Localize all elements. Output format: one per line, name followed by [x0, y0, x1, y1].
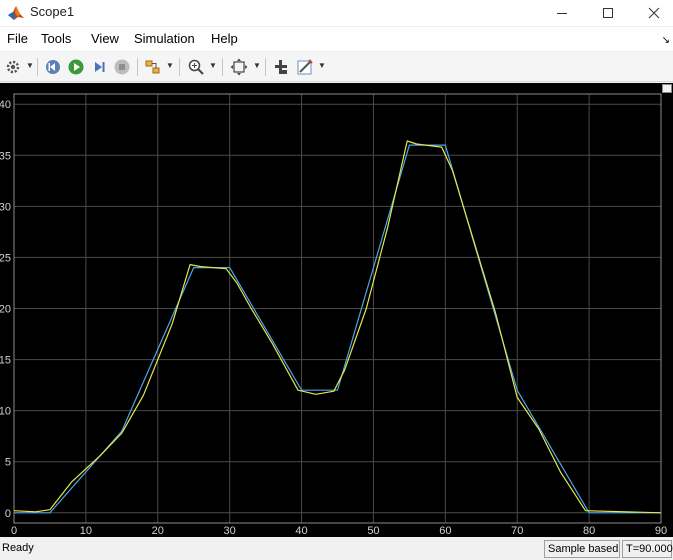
step-forward-icon — [95, 62, 105, 72]
x-tick-label: 20 — [152, 525, 164, 537]
close-button[interactable] — [631, 0, 673, 26]
zoom-icon — [188, 59, 204, 75]
y-tick-label: 20 — [0, 304, 11, 316]
x-tick-label: 70 — [511, 525, 523, 537]
x-tick-label: 90 — [655, 525, 667, 537]
x-tick-label: 50 — [367, 525, 379, 537]
status-bar: Ready Sample based T=90.000 — [0, 538, 673, 560]
series-line-1 — [14, 144, 661, 514]
menu-help[interactable]: Help — [211, 31, 238, 46]
y-tick-label: 40 — [0, 99, 11, 111]
toolbar-separator — [179, 58, 180, 76]
run-icon — [68, 59, 84, 75]
x-tick-label: 0 — [11, 525, 17, 537]
y-tick-label: 0 — [5, 508, 11, 520]
toolbar: ▼ ▼ ▼ ▼ ▼ — [0, 52, 673, 82]
x-tick-label: 30 — [224, 525, 236, 537]
undock-button[interactable] — [662, 84, 672, 93]
series-line-2 — [13, 140, 662, 514]
zoom-button[interactable] — [185, 56, 207, 78]
menu-view[interactable]: View — [91, 31, 119, 46]
x-tick-label: 40 — [295, 525, 307, 537]
menu-bar: File Tools View Simulation Help ↘ — [0, 27, 673, 51]
scope-display[interactable]: 0 10 20 30 40 50 60 70 80 90 0 5 10 15 20 25 30 35 40 — [0, 83, 673, 537]
fit-to-view-button[interactable] — [228, 56, 250, 78]
minimize-icon — [557, 13, 567, 14]
title-bar: Scope1 — [0, 0, 673, 26]
fit-to-view-icon — [230, 58, 248, 76]
x-tick-label: 10 — [80, 525, 92, 537]
settings-dropdown-icon[interactable]: ▼ — [26, 61, 34, 70]
maximize-button[interactable] — [585, 0, 631, 26]
menu-tools[interactable]: Tools — [41, 31, 71, 46]
matlab-logo-icon — [8, 6, 24, 20]
highlight-dropdown-icon[interactable]: ▼ — [166, 61, 174, 70]
dock-arrow-icon[interactable]: ↘ — [662, 35, 670, 46]
style-icon — [297, 59, 313, 75]
y-tick-label: 25 — [0, 252, 11, 264]
y-tick-label: 5 — [5, 457, 11, 469]
x-tick-label: 60 — [439, 525, 451, 537]
cursor-measure-button[interactable] — [270, 56, 292, 78]
y-tick-label: 35 — [0, 150, 11, 162]
style-dropdown-icon[interactable]: ▼ — [318, 61, 326, 70]
step-back-icon — [46, 60, 60, 74]
stop-button[interactable] — [111, 56, 133, 78]
settings-button[interactable] — [2, 56, 24, 78]
status-text: Ready — [2, 542, 34, 554]
run-button[interactable] — [65, 56, 87, 78]
y-tick-label: 10 — [0, 406, 11, 418]
toolbar-separator — [222, 58, 223, 76]
step-back-button[interactable] — [42, 56, 64, 78]
zoom-dropdown-icon[interactable]: ▼ — [209, 61, 217, 70]
simulation-time: T=90.000 — [622, 540, 673, 558]
minimize-button[interactable] — [539, 0, 585, 26]
scope-plot[interactable]: 0 10 20 30 40 50 60 70 80 90 0 5 10 15 20 25 30 35 40 — [0, 83, 673, 537]
step-forward-button[interactable] — [88, 56, 110, 78]
highlight-block-button[interactable] — [142, 56, 164, 78]
cursor-measure-icon — [275, 60, 287, 74]
menu-simulation[interactable]: Simulation — [134, 31, 195, 46]
x-tick-label: 80 — [583, 525, 595, 537]
toolbar-separator — [37, 58, 38, 76]
maximize-icon — [603, 8, 613, 18]
y-tick-label: 15 — [0, 355, 11, 367]
close-icon — [648, 7, 660, 19]
gear-icon — [6, 60, 20, 74]
y-tick-label: 30 — [0, 201, 11, 213]
style-button[interactable] — [294, 56, 316, 78]
highlight-block-icon — [145, 60, 160, 74]
sample-mode-indicator: Sample based — [544, 540, 620, 558]
toolbar-separator — [265, 58, 266, 76]
toolbar-separator — [137, 58, 138, 76]
menu-file[interactable]: File — [7, 31, 28, 46]
window-title: Scope1 — [30, 4, 75, 19]
stop-icon — [114, 59, 130, 75]
fit-dropdown-icon[interactable]: ▼ — [253, 61, 261, 70]
scope-window: Scope1 File Tools View Simulation Help ↘… — [0, 0, 673, 560]
